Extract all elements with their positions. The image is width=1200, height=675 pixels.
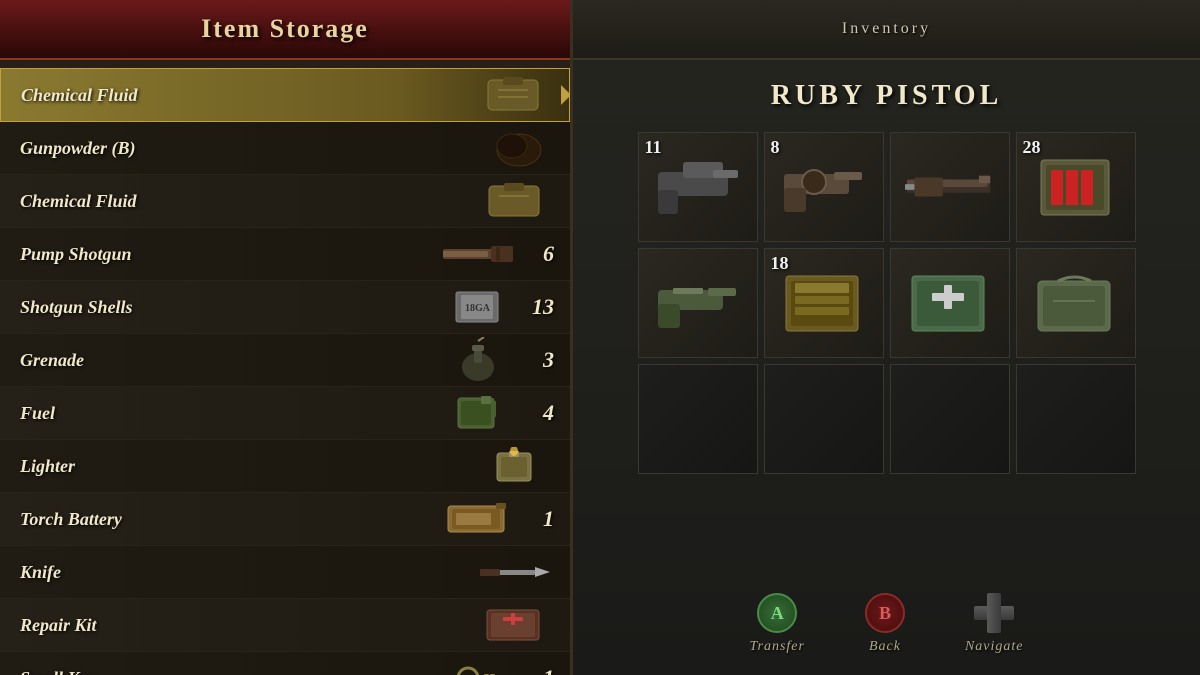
back-button[interactable]: B Back [865, 593, 905, 655]
item-name: Chemical Fluid [21, 85, 465, 106]
b-button-icon[interactable]: B [865, 593, 905, 633]
storage-title: Item Storage [201, 14, 369, 44]
item-row[interactable]: Torch Battery 1 [0, 493, 570, 546]
slot-icon-ammo2 [779, 263, 869, 343]
item-icon-repair-kit [474, 603, 554, 647]
item-icon-fuel [438, 391, 518, 435]
item-icon-gunpowder [474, 126, 554, 170]
item-row[interactable]: Chemical Fluid [0, 68, 570, 122]
item-count: 6 [526, 241, 554, 267]
item-icon-lighter [474, 444, 554, 488]
item-name: Lighter [20, 456, 466, 477]
navigate-button[interactable]: Navigate [965, 593, 1024, 655]
item-row[interactable]: Pump Shotgun 6 [0, 228, 570, 281]
slot-count: 28 [1023, 137, 1041, 158]
transfer-label: Transfer [749, 639, 804, 655]
item-list: Chemical Fluid Gunpowder (B) Chemical Flui… [0, 60, 570, 675]
item-row[interactable]: Fuel 4 [0, 387, 570, 440]
left-panel-header: Item Storage [0, 0, 570, 60]
item-count: 1 [526, 665, 554, 675]
a-button-icon[interactable]: A [757, 593, 797, 633]
item-icon-torch-battery [438, 497, 518, 541]
selected-arrow-icon [561, 85, 570, 105]
inventory-slot[interactable] [890, 132, 1010, 242]
slot-count: 18 [771, 253, 789, 274]
item-title-area: RUBY PISTOL [573, 60, 1200, 122]
right-panel: Inventory RUBY PISTOL 11 8 28 18 A Transfer B… [573, 0, 1200, 675]
slot-icon-bag [1031, 263, 1121, 343]
item-name: Repair Kit [20, 615, 466, 636]
item-name: Gunpowder (B) [20, 138, 466, 159]
slot-count: 8 [771, 137, 780, 158]
inventory-slot [764, 364, 884, 474]
inventory-header: Inventory [573, 0, 1200, 60]
item-name: Knife [20, 562, 466, 583]
item-icon-chemical [473, 73, 553, 117]
slot-icon-pistol [653, 147, 743, 227]
inventory-slot[interactable]: 8 [764, 132, 884, 242]
inventory-slot [1016, 364, 1136, 474]
item-row[interactable]: Knife [0, 546, 570, 599]
item-row[interactable]: Gunpowder (B) [0, 122, 570, 175]
item-icon-small-key [438, 656, 518, 675]
item-title: RUBY PISTOL [771, 80, 1003, 111]
item-row[interactable]: Grenade 3 [0, 334, 570, 387]
item-icon-shotgun-shells: 18GA [438, 285, 518, 329]
controls-area: A Transfer B Back Navigate [573, 578, 1200, 675]
inventory-slot[interactable]: 28 [1016, 132, 1136, 242]
item-icon-pump-shotgun [438, 232, 518, 276]
left-panel: Item Storage Chemical Fluid Gunpowder (B)… [0, 0, 573, 675]
item-count: 1 [526, 506, 554, 532]
item-row[interactable]: Lighter [0, 440, 570, 493]
inventory-slot[interactable]: 11 [638, 132, 758, 242]
slot-icon-handgun2 [653, 263, 743, 343]
inventory-slot [890, 364, 1010, 474]
inventory-slot [638, 364, 758, 474]
inventory-slot[interactable] [1016, 248, 1136, 358]
svg-text:18GA: 18GA [465, 303, 491, 314]
inventory-grid-area: 11 8 28 18 [573, 122, 1200, 578]
item-name: Shotgun Shells [20, 297, 430, 318]
item-count: 4 [526, 400, 554, 426]
inventory-slot[interactable]: 18 [764, 248, 884, 358]
item-row[interactable]: Shotgun Shells 18GA 13 [0, 281, 570, 334]
item-row[interactable]: Chemical Fluid [0, 175, 570, 228]
item-count: 13 [526, 294, 554, 320]
item-name: Small Key [20, 668, 430, 675]
slot-count: 11 [645, 137, 662, 158]
item-name: Torch Battery [20, 509, 430, 530]
cross-button-icon[interactable] [974, 593, 1014, 633]
slot-icon-medpack [905, 263, 995, 343]
item-row[interactable]: Repair Kit [0, 599, 570, 652]
item-name: Fuel [20, 403, 430, 424]
back-label: Back [869, 639, 901, 655]
item-icon-chemical2 [474, 179, 554, 223]
transfer-button[interactable]: A Transfer [749, 593, 804, 655]
inventory-title: Inventory [842, 20, 931, 38]
inventory-grid: 11 8 28 18 [638, 132, 1136, 474]
item-name: Grenade [20, 350, 430, 371]
inventory-slot[interactable] [638, 248, 758, 358]
slot-icon-revolver [779, 147, 869, 227]
item-row[interactable]: Small Key 1 [0, 652, 570, 675]
item-icon-grenade [438, 338, 518, 382]
slot-icon-ammo [1031, 147, 1121, 227]
item-icon-knife [474, 550, 554, 594]
inventory-slot[interactable] [890, 248, 1010, 358]
navigate-label: Navigate [965, 639, 1024, 655]
item-count: 3 [526, 347, 554, 373]
slot-icon-rifle [905, 147, 995, 227]
item-name: Pump Shotgun [20, 244, 430, 265]
item-name: Chemical Fluid [20, 191, 466, 212]
